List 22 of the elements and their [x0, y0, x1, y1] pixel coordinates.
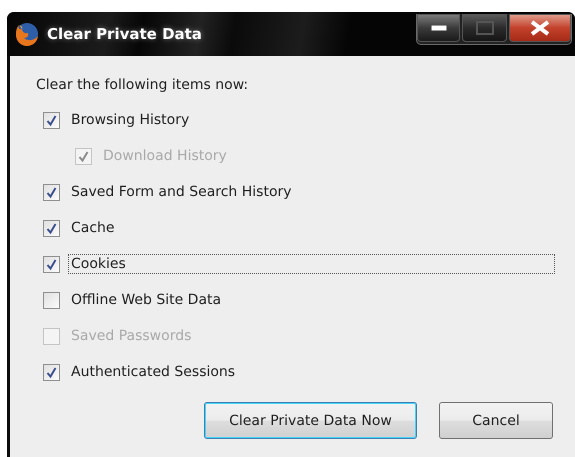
minimize-button[interactable]: [417, 14, 460, 42]
checkbox-label[interactable]: Authenticated Sessions: [68, 362, 238, 382]
fox-globe-icon: [13, 20, 41, 48]
checkbox-label[interactable]: Cookies: [68, 254, 555, 274]
close-button[interactable]: [509, 14, 571, 42]
cancel-button[interactable]: Cancel: [439, 402, 553, 439]
checkbox[interactable]: [43, 256, 60, 272]
checkbox[interactable]: [43, 364, 60, 380]
maximize-icon: [476, 21, 494, 35]
checkbox[interactable]: [43, 292, 60, 308]
checkbox-label[interactable]: Browsing History: [68, 110, 192, 130]
checkbox-label[interactable]: Saved Form and Search History: [68, 182, 295, 202]
close-icon: [529, 20, 551, 36]
instruction-text: Clear the following items now:: [36, 76, 250, 95]
clear-data-button[interactable]: Clear Private Data Now: [204, 402, 417, 439]
checkbox-label[interactable]: Cache: [68, 218, 118, 238]
checkbox[interactable]: [43, 184, 60, 200]
checkbox[interactable]: [43, 112, 60, 128]
checkbox[interactable]: [43, 220, 60, 236]
minimize-icon: [430, 25, 446, 31]
checkbox-label[interactable]: Offline Web Site Data: [68, 290, 224, 310]
window-title: Clear Private Data: [47, 25, 202, 43]
